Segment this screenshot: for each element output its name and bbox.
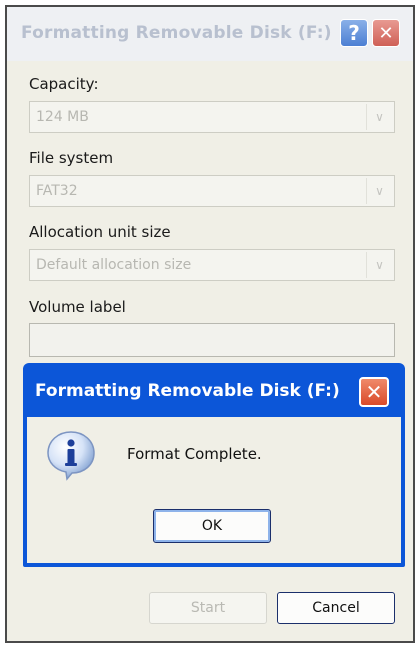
cancel-button[interactable]: Cancel [277, 592, 395, 624]
capacity-value: 124 MB [36, 109, 89, 125]
capacity-label: Capacity: [29, 75, 99, 93]
filesystem-label: File system [29, 149, 114, 167]
format-window-titlebar: Formatting Removable Disk (F:) ? ✕ [7, 7, 413, 61]
chevron-down-icon: ∨ [366, 178, 392, 204]
ok-button[interactable]: OK [153, 509, 271, 543]
format-complete-dialog: Formatting Removable Disk (F:) ✕ Format … [23, 363, 405, 567]
dialog-close-button[interactable]: ✕ [359, 377, 389, 407]
volume-label-label: Volume label [29, 298, 126, 316]
help-button[interactable]: ? [340, 19, 368, 47]
info-icon [47, 431, 95, 481]
dialog-message: Format Complete. [127, 445, 262, 463]
volume-label-input[interactable] [29, 323, 395, 357]
chevron-down-icon: ∨ [366, 252, 392, 278]
allocation-value: Default allocation size [36, 257, 192, 273]
chevron-down-icon: ∨ [366, 104, 392, 130]
dialog-body: Format Complete. OK [27, 417, 401, 563]
close-icon: ✕ [365, 380, 383, 404]
format-window-title: Formatting Removable Disk (F:) [21, 23, 332, 43]
dialog-title: Formatting Removable Disk (F:) [35, 381, 340, 401]
close-button[interactable]: ✕ [372, 19, 400, 47]
filesystem-value: FAT32 [36, 183, 78, 199]
capacity-dropdown[interactable]: 124 MB ∨ [29, 101, 395, 133]
start-button[interactable]: Start [149, 592, 267, 624]
filesystem-dropdown[interactable]: FAT32 ∨ [29, 175, 395, 207]
allocation-dropdown[interactable]: Default allocation size ∨ [29, 249, 395, 281]
close-icon: ✕ [378, 22, 394, 44]
format-window: Formatting Removable Disk (F:) ? ✕ Capac… [5, 5, 415, 643]
allocation-label: Allocation unit size [29, 223, 171, 241]
help-icon: ? [348, 21, 360, 45]
